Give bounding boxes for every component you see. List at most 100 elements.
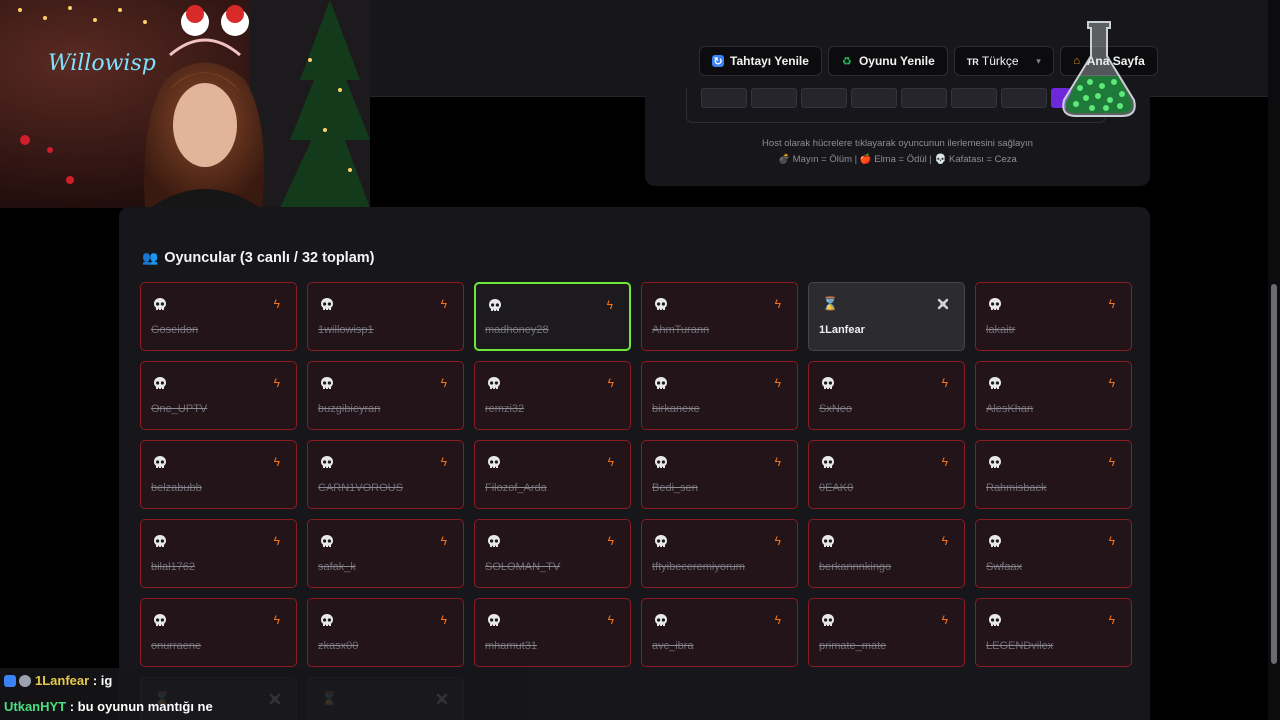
chevron-down-icon: ▾ xyxy=(1036,55,1041,66)
bolt-icon[interactable]: ϟ xyxy=(441,534,447,548)
player-card[interactable]: ϟ primate_mate xyxy=(808,598,965,667)
player-card[interactable]: ϟ onurraene xyxy=(140,598,297,667)
bolt-icon[interactable]: ϟ xyxy=(942,376,948,390)
people-icon: 👥 xyxy=(142,250,159,265)
bolt-icon[interactable]: ϟ xyxy=(274,455,280,469)
skull-icon xyxy=(820,534,836,550)
player-card[interactable]: ϟ belzabubb xyxy=(140,440,297,509)
bolt-icon[interactable]: ϟ xyxy=(942,534,948,548)
player-name: AhmTurann xyxy=(652,324,710,336)
player-name: avc_ibra xyxy=(652,640,694,652)
bolt-icon[interactable]: ϟ xyxy=(1109,534,1115,548)
player-card[interactable]: ϟ Goseidon xyxy=(140,282,297,351)
board-cell[interactable] xyxy=(951,88,997,108)
player-card[interactable]: ϟ SOLOMAN_TV xyxy=(474,519,631,588)
player-name: berkannnkingo xyxy=(819,561,892,573)
bolt-icon[interactable]: ϟ xyxy=(441,613,447,627)
restart-game-button[interactable]: ♻ Oyunu Yenile xyxy=(827,46,948,76)
bolt-icon[interactable]: ϟ xyxy=(1109,613,1115,627)
bolt-icon[interactable]: ϟ xyxy=(608,534,614,548)
bolt-icon[interactable]: ϟ xyxy=(1109,455,1115,469)
player-name: lakaitr xyxy=(986,324,1016,336)
skull-icon xyxy=(987,613,1003,629)
bolt-icon[interactable]: ϟ xyxy=(775,297,781,311)
bolt-icon[interactable]: ϟ xyxy=(608,376,614,390)
bolt-icon[interactable]: ϟ xyxy=(942,455,948,469)
bolt-icon[interactable]: ϟ xyxy=(775,376,781,390)
board-cell[interactable] xyxy=(851,88,897,108)
player-card[interactable]: ϟ AhmTurann xyxy=(641,282,798,351)
player-card[interactable]: ϟ berkannnkingo xyxy=(808,519,965,588)
bolt-icon[interactable]: ϟ xyxy=(775,534,781,548)
player-name: SOLOMAN_TV xyxy=(485,561,561,573)
player-card[interactable]: ϟ tftyibeceremiyorum xyxy=(641,519,798,588)
player-card[interactable]: ϟ madhoney28 xyxy=(474,282,631,351)
refresh-board-button[interactable]: ↻ Tahtayı Yenile xyxy=(699,46,822,76)
chat-username: 1Lanfear xyxy=(35,673,90,688)
scrollbar-thumb[interactable] xyxy=(1271,284,1277,664)
player-card[interactable]: ϟ zkasx00 xyxy=(307,598,464,667)
player-card[interactable]: ϟ 1willowisp1 xyxy=(307,282,464,351)
cube-badge-icon xyxy=(4,675,16,687)
bolt-icon[interactable]: ϟ xyxy=(441,297,447,311)
board-cell[interactable] xyxy=(701,88,747,108)
player-name: SxNeo xyxy=(819,403,853,415)
player-card[interactable]: ϟ avc_ibra xyxy=(641,598,798,667)
language-label: Türkçe xyxy=(981,54,1019,68)
player-card[interactable]: ϟ remzi32 xyxy=(474,361,631,430)
skull-icon xyxy=(152,534,168,550)
board-cell[interactable] xyxy=(751,88,797,108)
player-card[interactable]: ϟ 0EAK0 xyxy=(808,440,965,509)
player-name: tftyibeceremiyorum xyxy=(652,561,745,573)
chat-overlay: 1Lanfear : ig UtkanHYT : bu oyunun mantı… xyxy=(0,668,528,720)
player-name: 0EAK0 xyxy=(819,482,854,494)
player-name: 1willowisp1 xyxy=(318,324,374,336)
bolt-icon[interactable]: ϟ xyxy=(274,376,280,390)
player-name: belzabubb xyxy=(151,482,202,494)
bolt-icon[interactable]: ϟ xyxy=(441,376,447,390)
player-card[interactable]: ϟ mhamut31 xyxy=(474,598,631,667)
player-card[interactable]: ϟ Swfaax xyxy=(975,519,1132,588)
language-select[interactable]: TR Türkçe ▾ xyxy=(953,46,1054,76)
player-card[interactable]: ⌛ 1Lanfear xyxy=(808,282,965,351)
board-cell[interactable] xyxy=(801,88,847,108)
bolt-icon[interactable]: ϟ xyxy=(775,455,781,469)
bolt-icon[interactable]: ϟ xyxy=(441,455,447,469)
bolt-icon[interactable]: ϟ xyxy=(1109,297,1115,311)
player-card[interactable]: ϟ SxNeo xyxy=(808,361,965,430)
bolt-icon[interactable]: ϟ xyxy=(608,455,614,469)
player-card[interactable]: ϟ birkanexe xyxy=(641,361,798,430)
restart-game-label: Oyunu Yenile xyxy=(858,54,935,68)
bolt-icon[interactable]: ϟ xyxy=(608,613,614,627)
player-name: onurraene xyxy=(151,640,202,652)
player-card[interactable]: ϟ buzgibieyran xyxy=(307,361,464,430)
bolt-icon[interactable]: ϟ xyxy=(274,613,280,627)
bolt-icon[interactable]: ϟ xyxy=(942,613,948,627)
skull-icon xyxy=(820,455,836,471)
page-scrollbar[interactable] xyxy=(1268,0,1280,720)
hourglass-icon: ⌛ xyxy=(822,296,839,311)
bolt-icon[interactable]: ϟ xyxy=(1109,376,1115,390)
bolt-icon[interactable]: ϟ xyxy=(274,297,280,311)
player-card[interactable]: ϟ lakaitr xyxy=(975,282,1132,351)
crossbones-icon[interactable] xyxy=(936,297,950,311)
player-card[interactable]: ϟ Rahmisback xyxy=(975,440,1132,509)
player-card[interactable]: ϟ bilal1762 xyxy=(140,519,297,588)
player-name: Swfaax xyxy=(986,561,1023,573)
player-card[interactable]: ϟ Filozof_Arda xyxy=(474,440,631,509)
bolt-icon[interactable]: ϟ xyxy=(775,613,781,627)
player-card[interactable]: ϟ safak_k xyxy=(307,519,464,588)
player-card[interactable]: ϟ CARN1VOROUS xyxy=(307,440,464,509)
board-cell[interactable] xyxy=(901,88,947,108)
player-card[interactable]: ϟ AlesKhan xyxy=(975,361,1132,430)
player-card[interactable]: ϟ Bedi_sen xyxy=(641,440,798,509)
chat-username: UtkanHYT xyxy=(4,699,67,714)
bolt-icon[interactable]: ϟ xyxy=(274,534,280,548)
player-card[interactable]: ϟ LEGENDvilex xyxy=(975,598,1132,667)
skull-icon xyxy=(487,298,503,314)
bolt-icon[interactable]: ϟ xyxy=(607,298,613,312)
player-name: Rahmisback xyxy=(986,482,1047,494)
player-card[interactable]: ϟ One_UPTV xyxy=(140,361,297,430)
board-cell[interactable] xyxy=(1001,88,1047,108)
skull-icon xyxy=(486,613,502,629)
